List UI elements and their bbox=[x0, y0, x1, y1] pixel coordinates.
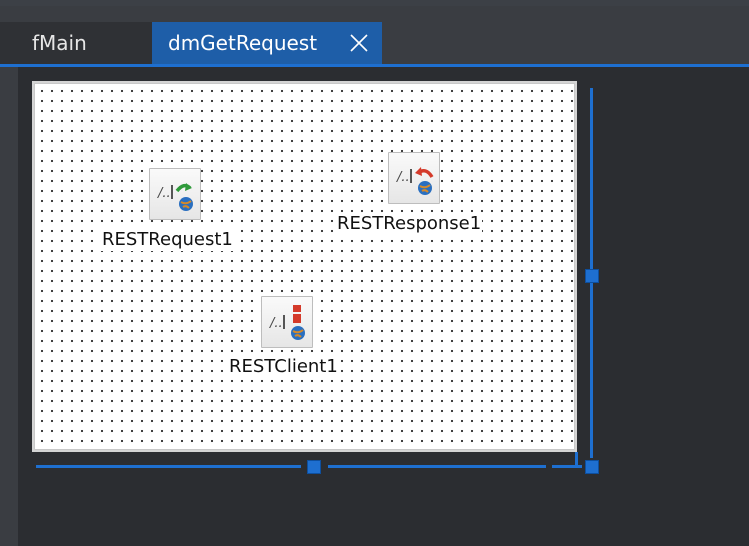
selection-frame-corner-tick bbox=[575, 452, 578, 466]
left-gutter bbox=[0, 67, 18, 546]
selection-frame-bottom-mid bbox=[328, 465, 546, 468]
component-label-restclient1[interactable]: RESTClient1 bbox=[228, 356, 339, 378]
rest-client-icon[interactable]: /.. bbox=[261, 296, 313, 348]
resize-handle-bottom-right[interactable] bbox=[585, 460, 599, 474]
resize-handle-right[interactable] bbox=[585, 269, 599, 283]
close-icon[interactable] bbox=[348, 32, 370, 54]
selection-frame-bottom-left bbox=[36, 465, 301, 468]
tab-fmain-label: fMain bbox=[32, 31, 87, 55]
selection-frame-right bbox=[590, 88, 593, 271]
svg-text:/..: /.. bbox=[396, 170, 410, 185]
tab-spacer bbox=[0, 22, 18, 64]
resize-handle-bottom[interactable] bbox=[307, 460, 321, 474]
tab-dmgetrequest-label: dmGetRequest bbox=[168, 31, 318, 55]
selection-frame-right-lower bbox=[590, 283, 593, 458]
tab-fmain[interactable]: fMain bbox=[18, 22, 152, 64]
tab-dmgetrequest[interactable]: dmGetRequest bbox=[152, 22, 382, 64]
component-label-restrequest1[interactable]: RESTRequest1 bbox=[101, 229, 234, 251]
datamodule-design-surface[interactable] bbox=[32, 81, 577, 452]
ide-window: fMain dmGetRequest /.. RESTRequest1 /.. … bbox=[0, 0, 749, 546]
component-label-restresponse1[interactable]: RESTResponse1 bbox=[336, 213, 483, 235]
rest-request-icon[interactable]: /.. bbox=[149, 168, 201, 220]
svg-text:/..: /.. bbox=[157, 186, 171, 201]
rest-response-icon[interactable]: /.. bbox=[388, 152, 440, 204]
svg-text:/..: /.. bbox=[269, 316, 283, 331]
